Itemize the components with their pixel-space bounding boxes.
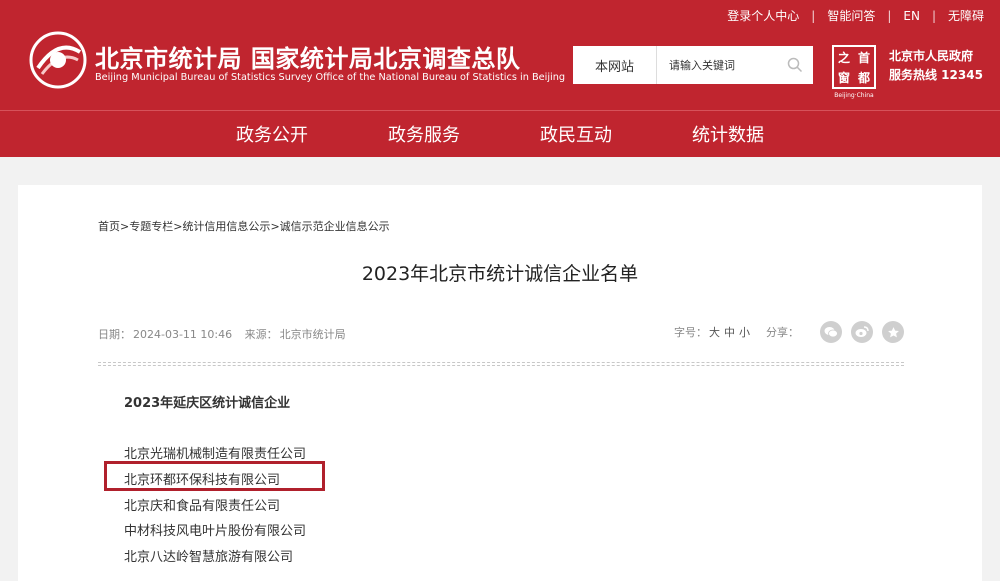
article-title: 2023年北京市统计诚信企业名单 bbox=[361, 263, 639, 285]
site-header: 登录个人中心 | 智能问答 | EN | 无障碍 北京市统计局 国家统计局北京调… bbox=[0, 0, 1000, 110]
search-scope-select[interactable]: 本网站 bbox=[573, 46, 657, 84]
font-size-large[interactable]: 大 bbox=[709, 324, 720, 340]
nav-item-gov-services[interactable]: 政务服务 bbox=[388, 121, 460, 147]
source-label: 来源： bbox=[244, 328, 278, 341]
gov-info[interactable]: 北京市人民政府 服务热线 12345 bbox=[889, 47, 983, 85]
capital-window-logo[interactable]: 之 首 窗 都 bbox=[832, 45, 876, 89]
capital-logo-char: 之 bbox=[837, 50, 850, 65]
wechat-share-icon[interactable] bbox=[820, 321, 842, 343]
breadcrumb-home[interactable]: 首页 bbox=[98, 220, 120, 233]
publish-date: 2024-03-11 10:46 bbox=[133, 328, 233, 341]
article-tools: 字号： 大 中 小 分享： bbox=[674, 321, 904, 343]
content-divider bbox=[98, 362, 904, 366]
capital-logo-char: 都 bbox=[857, 70, 870, 85]
login-link[interactable]: 登录个人中心 bbox=[727, 7, 799, 24]
nav-item-statistics[interactable]: 统计数据 bbox=[692, 121, 764, 147]
smart-qa-link[interactable]: 智能问答 bbox=[827, 7, 875, 24]
accessibility-link[interactable]: 无障碍 bbox=[948, 7, 984, 24]
breadcrumb-credit-info[interactable]: 统计信用信息公示 bbox=[182, 220, 270, 233]
highlight-box bbox=[104, 461, 325, 491]
search-bar: 本网站 bbox=[573, 46, 813, 84]
breadcrumb-special-topics[interactable]: 专题专栏 bbox=[129, 220, 173, 233]
weibo-share-icon[interactable] bbox=[851, 321, 873, 343]
nav-item-interaction[interactable]: 政民互动 bbox=[540, 121, 612, 147]
separator: | bbox=[811, 8, 816, 23]
font-size-label: 字号： bbox=[674, 326, 707, 339]
top-links: 登录个人中心 | 智能问答 | EN | 无障碍 bbox=[727, 7, 984, 24]
article-meta: 日期： 2024-03-11 10:46 来源： 北京市统计局 bbox=[98, 326, 348, 342]
bureau-logo-icon[interactable] bbox=[28, 30, 88, 90]
section-heading: 2023年延庆区统计诚信企业 bbox=[124, 396, 291, 411]
search-icon bbox=[787, 57, 803, 73]
company-list-item: 北京光瑞机械制造有限责任公司 bbox=[124, 447, 307, 462]
font-size-medium[interactable]: 中 bbox=[724, 324, 735, 340]
main-nav: 政务公开 政务服务 政民互动 统计数据 bbox=[0, 110, 1000, 157]
english-link[interactable]: EN bbox=[903, 9, 920, 23]
breadcrumb-separator: > bbox=[120, 220, 130, 233]
breadcrumb: 首页>专题专栏>统计信用信息公示>诚信示范企业信息公示 bbox=[98, 218, 390, 234]
capital-logo-char: 窗 bbox=[837, 70, 850, 85]
company-list-item: 北京八达岭智慧旅游有限公司 bbox=[124, 550, 294, 565]
service-hotline: 服务热线 12345 bbox=[889, 68, 983, 82]
share-label: 分享： bbox=[766, 326, 799, 339]
nav-item-gov-affairs[interactable]: 政务公开 bbox=[236, 121, 308, 147]
capital-logo-char: 首 bbox=[857, 50, 870, 65]
site-title[interactable]: 北京市统计局 国家统计局北京调查总队 bbox=[95, 39, 520, 74]
favorite-star-icon[interactable] bbox=[882, 321, 904, 343]
article-source: 北京市统计局 bbox=[279, 328, 346, 341]
site-title-en: Beijing Municipal Bureau of Statistics S… bbox=[95, 72, 566, 83]
article-card: 首页>专题专栏>统计信用信息公示>诚信示范企业信息公示 2023年北京市统计诚信… bbox=[18, 185, 982, 581]
gov-name: 北京市人民政府 bbox=[889, 49, 974, 63]
date-label: 日期： bbox=[98, 328, 131, 341]
search-input[interactable] bbox=[657, 46, 777, 84]
capital-logo-subtitle: Beijing·China bbox=[834, 92, 874, 99]
separator: | bbox=[887, 8, 892, 23]
separator: | bbox=[931, 8, 936, 23]
company-list-item: 中材科技风电叶片股份有限公司 bbox=[124, 524, 307, 539]
breadcrumb-model-enterprise[interactable]: 诚信示范企业信息公示 bbox=[280, 220, 390, 233]
font-size-small[interactable]: 小 bbox=[739, 324, 750, 340]
breadcrumb-separator: > bbox=[270, 220, 280, 233]
search-button[interactable] bbox=[777, 46, 813, 84]
company-list-item: 北京庆和食品有限责任公司 bbox=[124, 499, 281, 514]
